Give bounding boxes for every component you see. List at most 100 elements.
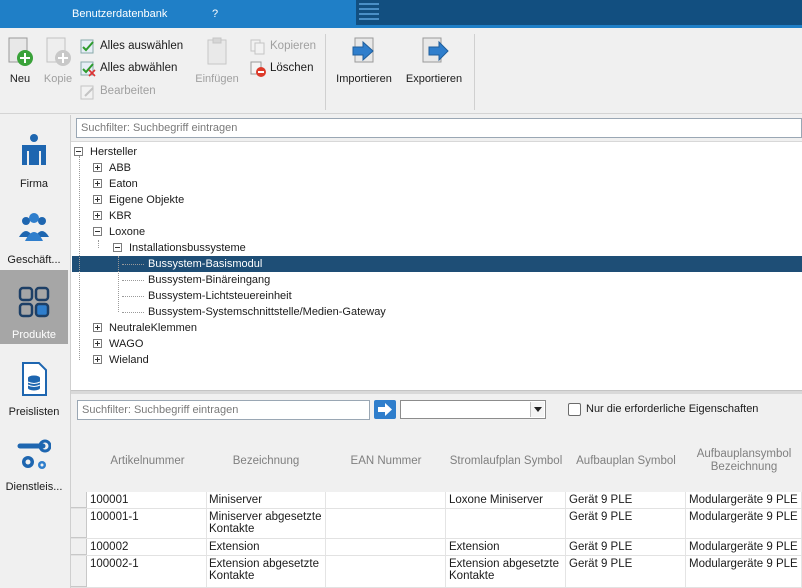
table-cell: Extension <box>446 539 566 555</box>
grid-header: Artikelnummer Bezeichnung EAN Nummer Str… <box>71 430 802 492</box>
paste-icon <box>207 37 227 65</box>
copy-label: Kopieren <box>270 40 317 52</box>
tree-node-selected[interactable]: Bussystem-Basismodul <box>148 256 262 272</box>
tree-node-item[interactable]: Bussystem-Lichtsteuereinheit <box>148 288 292 304</box>
tree-node-item[interactable]: Bussystem-Systemschnittstelle/Medien-Gat… <box>148 304 386 320</box>
nav-label: Dienstleis... <box>5 481 63 493</box>
table-cell: 100001 <box>87 492 207 508</box>
property-search-input[interactable]: Suchfilter: Suchbegriff eintragen <box>77 400 370 420</box>
tree-node-manufacturer[interactable]: ABB <box>93 160 131 176</box>
row-selector[interactable] <box>71 539 87 555</box>
table-cell: Extension <box>206 539 326 555</box>
copy-item-label: Kopie <box>43 73 73 85</box>
new-button[interactable]: Neu <box>6 36 34 85</box>
arrow-right-icon <box>378 403 392 416</box>
delete-icon <box>250 61 266 77</box>
tree-node-root[interactable]: Hersteller <box>74 144 137 160</box>
drag-grip-icon[interactable] <box>356 0 382 25</box>
nav-label: Geschäft... <box>7 254 61 266</box>
tab-help[interactable]: ? <box>198 0 232 28</box>
copy-button[interactable]: Kopieren <box>250 37 316 57</box>
expand-icon[interactable] <box>93 339 102 348</box>
expand-icon[interactable] <box>93 211 102 220</box>
tree-node-group[interactable]: Installationsbussysteme <box>113 240 246 256</box>
tree-node-label: Installationsbussysteme <box>129 242 246 254</box>
import-icon <box>352 37 374 63</box>
tree-node-manufacturer[interactable]: Wieland <box>93 352 149 368</box>
edit-icon <box>80 85 94 100</box>
tree-line <box>122 280 144 281</box>
table-cell: Gerät 9 PLE <box>566 509 686 538</box>
column-header[interactable]: Artikelnummer <box>89 430 206 492</box>
table-cell: Loxone Miniserver <box>446 492 566 508</box>
select-all-label: Alles auswählen <box>100 40 184 52</box>
checkmark-icon <box>80 39 94 54</box>
tree-node-manufacturer[interactable]: Eigene Objekte <box>93 192 184 208</box>
column-header[interactable]: Aufbauplan Symbol <box>566 430 686 492</box>
tree-node-manufacturer[interactable]: NeutraleKlemmen <box>93 320 197 336</box>
row-selector[interactable] <box>71 509 87 538</box>
export-label: Exportieren <box>405 73 463 85</box>
edit-label: Bearbeiten <box>100 85 156 97</box>
expand-icon[interactable] <box>93 355 102 364</box>
expand-icon[interactable] <box>93 163 102 172</box>
left-navigation: Firma Geschäft... Produkte Preislisten D… <box>0 115 71 588</box>
table-cell: 100002 <box>87 539 207 555</box>
table-row[interactable]: 100001 Miniserver Loxone Miniserver Gerä… <box>71 492 802 509</box>
tree-node-manufacturer[interactable]: Loxone <box>93 224 145 240</box>
tree-line <box>118 256 119 312</box>
only-required-checkbox[interactable] <box>568 403 581 416</box>
company-icon <box>22 134 46 165</box>
column-header[interactable]: Bezeichnung <box>206 430 326 492</box>
row-selector[interactable] <box>71 556 87 587</box>
tree-line <box>79 156 80 360</box>
deselect-all-button[interactable]: Alles abwählen <box>80 59 177 79</box>
copy-item-button[interactable]: Kopie <box>42 36 74 85</box>
nav-label: Produkte <box>11 329 57 341</box>
apply-filter-button[interactable] <box>374 400 396 419</box>
edit-button[interactable]: Bearbeiten <box>80 82 156 102</box>
tree-node-manufacturer[interactable]: WAGO <box>93 336 143 352</box>
row-selector[interactable] <box>71 492 87 508</box>
chevron-down-icon[interactable] <box>530 402 544 417</box>
column-header[interactable]: Aufbauplansymbol Bezeichnung <box>686 430 802 492</box>
nav-item-business-partners[interactable]: Geschäft... <box>0 195 68 269</box>
products-icon <box>18 286 50 318</box>
nav-item-pricelists[interactable]: Preislisten <box>0 347 68 421</box>
table-row[interactable]: 100001-1 Miniserver abgesetzte Kontakte … <box>71 509 802 539</box>
import-button[interactable]: Importieren <box>333 36 395 85</box>
table-row[interactable]: 100002-1 Extension abgesetzte Kontakte E… <box>71 556 802 588</box>
nav-item-services[interactable]: Dienstleis... <box>0 422 68 496</box>
nav-item-products[interactable]: Produkte <box>0 270 68 344</box>
tree-node-item[interactable]: Bussystem-Binäreingang <box>148 272 270 288</box>
export-button[interactable]: Exportieren <box>403 36 465 85</box>
expand-icon[interactable] <box>93 323 102 332</box>
delete-button[interactable]: Löschen <box>250 59 313 79</box>
table-cell: Gerät 9 PLE <box>566 556 686 587</box>
select-all-button[interactable]: Alles auswählen <box>80 37 183 57</box>
paste-button[interactable]: Einfügen <box>192 36 242 85</box>
search-input[interactable]: Suchfilter: Suchbegriff eintragen <box>76 118 802 138</box>
property-combo-select[interactable] <box>400 400 546 419</box>
collapse-icon[interactable] <box>113 243 122 252</box>
collapse-icon[interactable] <box>93 227 102 236</box>
tab-user-database[interactable]: Benutzerdatenbank <box>58 0 182 28</box>
table-cell: Miniserver <box>206 492 326 508</box>
tree-node-manufacturer[interactable]: Eaton <box>93 176 138 192</box>
tree-node-label: NeutraleKlemmen <box>109 322 198 334</box>
table-cell: Miniserver abgesetzte Kontakte <box>206 509 326 538</box>
column-header[interactable]: EAN Nummer <box>326 430 446 492</box>
table-row[interactable]: 100002 Extension Extension Gerät 9 PLE M… <box>71 539 802 556</box>
app-window: Benutzerdatenbank ? Neu Kopie Alles ausw… <box>0 0 802 588</box>
column-header[interactable]: Stromlaufplan Symbol <box>446 430 566 492</box>
nav-item-company[interactable]: Firma <box>0 119 68 193</box>
table-cell <box>326 556 446 587</box>
tree-line <box>122 296 144 297</box>
collapse-icon[interactable] <box>74 147 83 156</box>
expand-icon[interactable] <box>93 195 102 204</box>
tree-node-manufacturer[interactable]: KBR <box>93 208 132 224</box>
article-grid: Artikelnummer Bezeichnung EAN Nummer Str… <box>71 430 802 588</box>
paste-label: Einfügen <box>195 73 239 85</box>
nav-label: Preislisten <box>8 406 60 418</box>
expand-icon[interactable] <box>93 179 102 188</box>
